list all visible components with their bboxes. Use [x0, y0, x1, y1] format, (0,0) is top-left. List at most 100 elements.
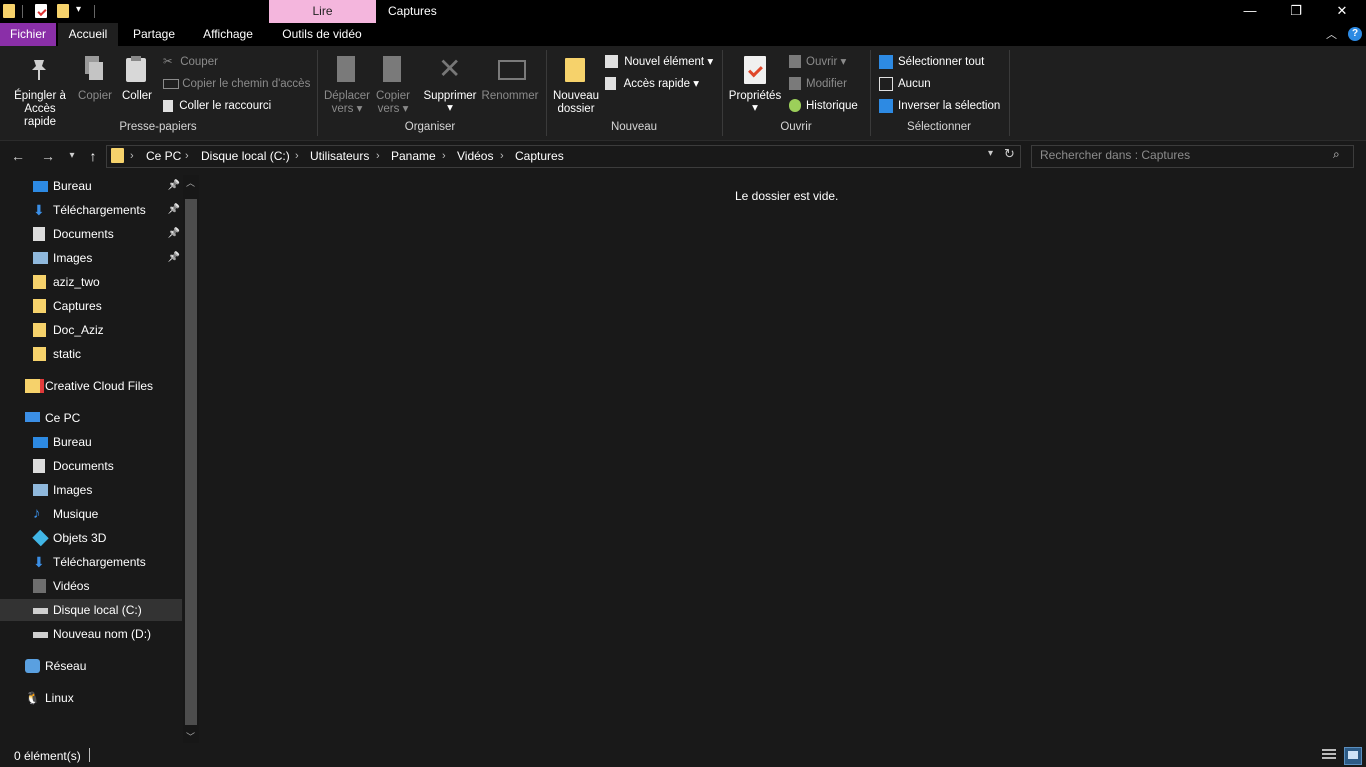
breadcrumb-disque-local[interactable]: Disque local (C:): [201, 148, 290, 164]
sidebar-item-quick-access[interactable]: Documents 📌: [0, 223, 182, 245]
sidebar-item-this-pc-child[interactable]: Bureau: [0, 431, 182, 453]
forward-button[interactable]: →: [38, 147, 58, 165]
ribbon-separator: [546, 50, 547, 136]
copy-to-icon: [383, 56, 401, 82]
divider: [22, 5, 23, 18]
new-folder-button[interactable]: Nouveau dossier: [551, 56, 601, 118]
tab-accueil[interactable]: Accueil: [58, 23, 118, 46]
copy-to-button[interactable]: Copier vers ▾: [372, 56, 414, 118]
minimize-button[interactable]: —: [1227, 0, 1273, 23]
pin-quick-access-button[interactable]: Épingler à Accès rapide: [8, 56, 72, 128]
copy-button[interactable]: Copier: [76, 56, 114, 106]
customize-quick-access-icon[interactable]: ▾: [76, 4, 81, 15]
sidebar-item-quick-access[interactable]: static: [0, 343, 182, 365]
sidebar-item-this-pc-child[interactable]: Images: [0, 479, 182, 501]
details-view-icon: [1322, 749, 1336, 761]
drive-icon: [33, 632, 48, 638]
sidebar-item-quick-access[interactable]: Bureau 📌: [0, 175, 182, 197]
breadcrumb-separator[interactable]: ›: [295, 148, 299, 164]
move-to-button[interactable]: Déplacer vers ▾: [322, 56, 372, 118]
sidebar-item-creative-cloud[interactable]: Creative Cloud Files: [0, 375, 182, 397]
sidebar-scroll-thumb[interactable]: [185, 199, 197, 725]
breadcrumb-captures[interactable]: Captures: [515, 148, 564, 164]
file-list-area[interactable]: [201, 174, 1366, 744]
group-nouveau: Nouveau: [610, 121, 658, 133]
sidebar-item-this-pc-child[interactable]: ♪ Musique: [0, 503, 182, 525]
sidebar-item-label: Bureau: [53, 179, 92, 193]
network-icon: [25, 659, 40, 673]
rename-button[interactable]: Renommer: [480, 56, 540, 106]
up-button[interactable]: ↑: [83, 147, 103, 165]
select-all-button[interactable]: Sélectionner tout: [879, 52, 984, 72]
breadcrumb-paname[interactable]: Paname: [391, 148, 436, 164]
edit-button[interactable]: Modifier: [789, 74, 847, 94]
scroll-up-icon[interactable]: ︿: [186, 176, 195, 189]
sidebar-item-quick-access[interactable]: Images 📌: [0, 247, 182, 269]
sidebar-item-this-pc-child[interactable]: Nouveau nom (D:): [0, 623, 182, 645]
sidebar-item-this-pc-child[interactable]: ⬇ Téléchargements: [0, 551, 182, 573]
restore-button[interactable]: ❐: [1273, 0, 1319, 23]
breadcrumb-separator[interactable]: ›: [442, 148, 446, 164]
pin-label-2: Accès rapide: [24, 103, 56, 128]
help-icon[interactable]: ?: [1348, 27, 1362, 41]
sidebar-item-this-pc-child[interactable]: Objets 3D: [0, 527, 182, 549]
copy-label: Copier: [78, 90, 112, 102]
breadcrumb-separator[interactable]: ›: [130, 148, 134, 164]
back-button[interactable]: ←: [8, 147, 28, 165]
easy-access-icon: [605, 77, 616, 91]
tab-partage[interactable]: Partage: [124, 23, 184, 46]
tab-affichage[interactable]: Affichage: [192, 23, 264, 46]
move-label-2: vers ▾: [331, 103, 363, 115]
easy-access-button[interactable]: Accès rapide ▾: [605, 74, 699, 94]
linux-icon: 🐧: [25, 691, 40, 705]
details-view-button[interactable]: [1322, 749, 1336, 761]
chevron-down-icon: ▾: [988, 148, 994, 159]
properties-quick-icon[interactable]: [35, 4, 47, 18]
new-item-button[interactable]: Nouvel élément ▾: [605, 52, 713, 72]
breadcrumb-videos[interactable]: Vidéos: [457, 148, 493, 164]
sidebar-item-this-pc-child[interactable]: Documents: [0, 455, 182, 477]
sidebar-item-this-pc-child[interactable]: Disque local (C:): [0, 599, 182, 621]
tab-outils-de-video[interactable]: Outils de vidéo: [272, 23, 372, 46]
recent-locations-button[interactable]: ▾: [62, 147, 82, 165]
group-presse-papiers: Presse-papiers: [119, 121, 197, 133]
new-folder-icon: [565, 58, 585, 82]
properties-button[interactable]: Propriétés ▾: [727, 56, 783, 118]
folder-icon: [33, 275, 46, 289]
copy-path-button[interactable]: Copier le chemin d'accès: [163, 74, 310, 94]
breadcrumb-separator[interactable]: ›: [500, 148, 504, 164]
ribbon-separator: [317, 50, 318, 136]
tab-fichier[interactable]: Fichier: [0, 23, 56, 46]
address-history-dropdown[interactable]: ▾: [988, 148, 993, 159]
cut-button[interactable]: ✂ Couper: [163, 52, 218, 72]
folder-icon: [33, 323, 46, 337]
sidebar-item-quick-access[interactable]: ⬇ Téléchargements 📌: [0, 199, 182, 221]
large-icons-view-button[interactable]: [1344, 747, 1362, 765]
delete-button[interactable]: ✕ Supprimer ▾: [420, 54, 480, 118]
refresh-button[interactable]: ↻: [1004, 146, 1015, 162]
invert-selection-button[interactable]: Inverser la sélection: [879, 96, 1000, 116]
paste-shortcut-button[interactable]: Coller le raccourci: [163, 96, 271, 116]
history-button[interactable]: Historique: [789, 96, 858, 116]
paste-button[interactable]: Coller: [118, 56, 156, 106]
sidebar-item-this-pc[interactable]: Ce PC: [0, 407, 182, 429]
sidebar-item-linux[interactable]: 🐧 Linux: [0, 687, 182, 709]
context-tab-lire: Lire: [269, 0, 376, 23]
sidebar-item-quick-access[interactable]: Doc_Aziz: [0, 319, 182, 341]
sidebar-item-network[interactable]: Réseau: [0, 655, 182, 677]
open-button[interactable]: Ouvrir ▾: [789, 52, 846, 72]
collapse-ribbon-icon[interactable]: ︿: [1326, 26, 1337, 42]
scroll-down-icon[interactable]: ﹀: [186, 730, 195, 743]
select-none-button[interactable]: Aucun: [879, 74, 931, 94]
breadcrumb-utilisateurs[interactable]: Utilisateurs: [310, 148, 369, 164]
sidebar-item-quick-access[interactable]: aziz_two: [0, 271, 182, 293]
breadcrumb-separator[interactable]: ›: [376, 148, 380, 164]
breadcrumb-separator[interactable]: ›: [185, 148, 189, 164]
close-button[interactable]: ✕: [1319, 0, 1365, 23]
breadcrumb-ce-pc[interactable]: Ce PC: [146, 148, 181, 164]
search-icon[interactable]: ⌕: [1333, 147, 1340, 162]
sidebar-item-quick-access[interactable]: Captures: [0, 295, 182, 317]
cut-label: Couper: [180, 56, 218, 69]
new-folder-quick-icon[interactable]: [57, 4, 69, 18]
sidebar-item-this-pc-child[interactable]: Vidéos: [0, 575, 182, 597]
